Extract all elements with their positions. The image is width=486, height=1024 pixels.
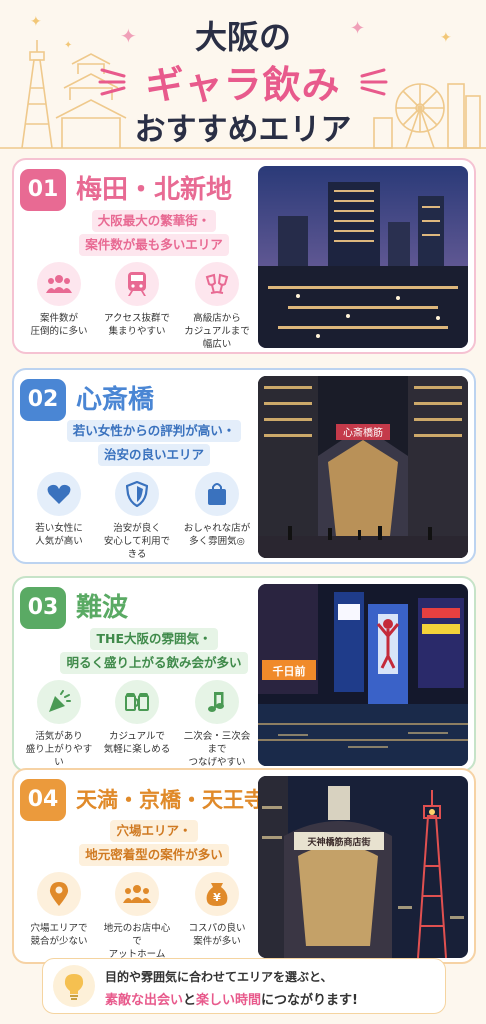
feature-label: 地元のお店中心で アットホーム	[103, 923, 171, 960]
feature-item: おしゃれな店が 多く雰囲気◎	[182, 472, 252, 548]
train-icon	[115, 262, 159, 306]
area-title: 心斎橋	[76, 385, 155, 415]
area-number-badge: 01	[20, 169, 66, 211]
area-subtitle-line-1: 穴場エリア・	[58, 820, 250, 842]
footer-highlight-1: 素敵な出会い	[105, 993, 184, 1008]
heart-icon	[37, 472, 81, 516]
group-icon	[115, 872, 159, 916]
umeda-night-photo	[258, 166, 468, 348]
people-icon	[37, 262, 81, 306]
music-note-icon	[195, 680, 239, 724]
feature-item: 高級店から カジュアルまで 幅広い	[182, 262, 252, 351]
party-popper-icon	[37, 680, 81, 724]
area-number-badge: 04	[20, 779, 66, 821]
area-card-shinsaibashi: 02 心斎橋 若い女性からの評判が高い・ 治安の良いエリア 若い女性に 人気が高い…	[12, 368, 476, 564]
svg-text:¥: ¥	[213, 891, 221, 904]
feature-label: コスパの良い 案件が多い	[188, 923, 246, 947]
feature-label: 穴場エリアで 競合が少ない	[30, 923, 88, 947]
area-card-namba: 03 難波 THE大阪の雰囲気・ 明るく盛り上がる飲み会が多い 活気があり 盛り上…	[12, 576, 476, 772]
feature-label: 二次会・三次会まで つなげやすい	[183, 731, 251, 768]
feature-item: 穴場エリアで 競合が少ない	[24, 872, 94, 948]
feature-label: 治安が良く 安心して利用できる	[103, 523, 171, 560]
feature-label: 活気があり 盛り上がりやすい	[25, 731, 93, 768]
area-subtitle-line-1: 若い女性からの評判が高い・	[58, 420, 250, 442]
shotengai-sign-text: 天神橋筋商店街	[307, 836, 370, 848]
feature-item: アクセス抜群で 集まりやすい	[102, 262, 172, 338]
area-subtitle-line-2: 案件数が最も多いエリア	[58, 234, 250, 256]
feature-item: 二次会・三次会まで つなげやすい	[182, 680, 252, 769]
header: ✦ ✦ ✦ ✦ ✦ 大阪の ギャラ飲み おすすめエリア	[0, 0, 486, 150]
footer-highlight-2: 楽しい時間	[196, 993, 262, 1008]
cheers-glass-icon	[195, 262, 239, 306]
arcade-sign-text: 心斎橋筋	[343, 426, 383, 439]
area-subtitle-line-2: 明るく盛り上がる飲み会が多い	[58, 652, 250, 674]
shield-icon	[115, 472, 159, 516]
feature-label: おしゃれな店が 多く雰囲気◎	[183, 523, 251, 547]
area-number-badge: 03	[20, 587, 66, 629]
area-subtitle-line-2: 治安の良いエリア	[58, 444, 250, 466]
feature-item: 活気があり 盛り上がりやすい	[24, 680, 94, 769]
area-card-umeda: 01 梅田・北新地 大阪最大の繁華街・ 案件数が最も多いエリア 案件数が 圧倒的に…	[12, 158, 476, 354]
title-line-2: ギャラ飲み	[145, 63, 341, 107]
shopping-bag-icon	[195, 472, 239, 516]
feature-item: カジュアルで 気軽に楽しめる	[102, 680, 172, 756]
money-bag-icon: ¥	[195, 872, 239, 916]
area-card-tenma-kyobashi-tennoji: 04 天満・京橋・天王寺 穴場エリア・ 地元密着型の案件が多い 穴場エリアで 競合…	[12, 768, 476, 964]
area-title: 梅田・北新地	[76, 175, 233, 205]
title-line-1: 大阪の	[194, 18, 291, 56]
neon-sign-text: 千日前	[273, 664, 306, 678]
beer-mugs-icon	[115, 680, 159, 724]
title-line-3: おすすめエリア	[134, 112, 352, 148]
area-number-badge: 02	[20, 379, 66, 421]
feature-label: 高級店から カジュアルまで 幅広い	[184, 313, 250, 350]
lightbulb-icon	[53, 965, 95, 1007]
feature-label: アクセス抜群で 集まりやすい	[103, 313, 171, 337]
namba-dotonbori-photo: 千日前	[258, 584, 468, 766]
area-subtitle-line-1: 大阪最大の繁華街・	[58, 210, 250, 232]
feature-label: 案件数が 圧倒的に多い	[30, 313, 88, 337]
shinsaibashi-arcade-photo: 心斎橋筋	[258, 376, 468, 558]
feature-item: 若い女性に 人気が高い	[24, 472, 94, 548]
feature-item: 治安が良く 安心して利用できる	[102, 472, 172, 561]
area-subtitle-line-1: THE大阪の雰囲気・	[58, 628, 250, 650]
footer-line-1: 目的や雰囲気に合わせてエリアを選ぶと、	[105, 970, 333, 984]
area-subtitle-line-2: 地元密着型の案件が多い	[58, 844, 250, 866]
feature-label: 若い女性に 人気が高い	[35, 523, 83, 547]
tenma-shotengai-photo: 天神橋筋商店街	[258, 776, 468, 958]
footer-line-2: 素敵な出会いと楽しい時間につながります!	[105, 993, 358, 1008]
feature-label: カジュアルで 気軽に楽しめる	[103, 731, 171, 755]
area-title: 難波	[76, 593, 129, 623]
feature-item: ¥ コスパの良い 案件が多い	[182, 872, 252, 948]
area-title: 天満・京橋・天王寺	[76, 788, 265, 812]
feature-item: 案件数が 圧倒的に多い	[24, 262, 94, 338]
map-pin-icon	[37, 872, 81, 916]
feature-item: 地元のお店中心で アットホーム	[102, 872, 172, 961]
footer-tip-box: 目的や雰囲気に合わせてエリアを選ぶと、 素敵な出会いと楽しい時間につながります!	[42, 958, 446, 1014]
